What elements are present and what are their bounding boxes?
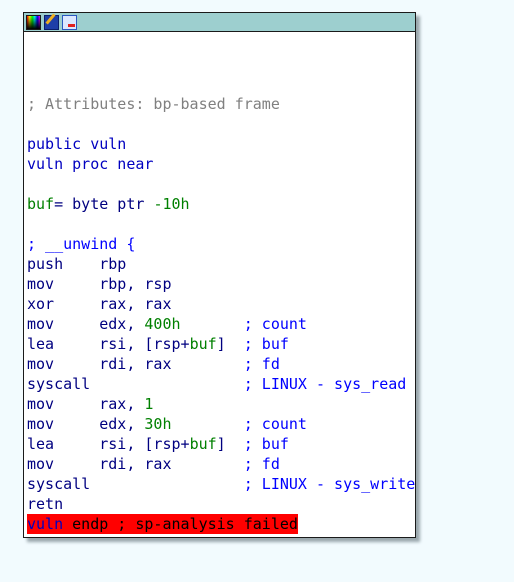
code-line[interactable]: mov rdi, rax ; fd: [27, 354, 415, 374]
code-line[interactable]: xor rax, rax: [27, 294, 415, 314]
edit-node-icon[interactable]: [44, 14, 59, 30]
code-line[interactable]: [27, 174, 415, 194]
code-line[interactable]: [27, 74, 415, 94]
code-token-ins: lea rsi, [rsp+: [27, 335, 190, 353]
code-line[interactable]: retn: [27, 494, 415, 514]
code-token-ins: mov rbp, rsp: [27, 275, 172, 293]
code-token-cmt: ; buf: [225, 435, 289, 453]
node-title-bar[interactable]: [24, 13, 415, 32]
code-token-blk: endp ; sp-analysis failed: [63, 515, 298, 533]
code-token-num: 1: [144, 395, 154, 413]
code-line[interactable]: syscall ; LINUX - sys_write: [27, 474, 415, 494]
code-token-cmt: ; LINUX - sys_read: [90, 375, 407, 393]
code-token-ins: mov rax,: [27, 395, 145, 413]
code-token-ins: lea rsi, [rsp+: [27, 435, 190, 453]
graph-overview-icon[interactable]: [62, 14, 77, 30]
code-line[interactable]: mov rax, 1: [27, 394, 415, 414]
code-line[interactable]: lea rsi, [rsp+buf] ; buf: [27, 334, 415, 354]
code-token-gray: ; Attributes: bp-based frame: [27, 95, 280, 113]
code-token-cmt: ; count: [171, 415, 307, 433]
color-palette-icon[interactable]: [26, 14, 41, 30]
graph-node-vuln[interactable]: ; Attributes: bp-based frame public vuln v…: [23, 12, 416, 538]
code-line[interactable]: syscall ; LINUX - sys_read: [27, 374, 415, 394]
code-line[interactable]: vuln endp ; sp-analysis failed: [27, 514, 415, 534]
code-line[interactable]: lea rsi, [rsp+buf] ; buf: [27, 434, 415, 454]
code-line[interactable]: push rbp: [27, 254, 415, 274]
code-token-ins: mov edx,: [27, 315, 145, 333]
code-token-cmt: ; fd: [171, 455, 280, 473]
code-token-cmt: ; __unwind {: [27, 235, 136, 253]
code-line[interactable]: mov edx, 30h ; count: [27, 414, 415, 434]
highlighted-error-line: vuln endp ; sp-analysis failed: [27, 514, 298, 534]
code-token-num: buf: [189, 335, 217, 353]
code-line[interactable]: [27, 214, 415, 234]
code-token-ins: mov edx,: [27, 415, 145, 433]
code-token-ins: mov rdi, rax: [27, 355, 172, 373]
code-line[interactable]: ; Attributes: bp-based frame: [27, 94, 415, 114]
code-token-num: buf: [189, 435, 217, 453]
code-token-num: buf: [27, 195, 55, 213]
code-token-kw: public vuln: [27, 135, 127, 153]
code-line[interactable]: ; __unwind {: [27, 234, 415, 254]
code-token-kw: vuln: [27, 515, 64, 533]
code-token-num: -10h: [153, 195, 190, 213]
code-line[interactable]: mov rbp, rsp: [27, 274, 415, 294]
code-token-cmt: ; LINUX - sys_write: [90, 475, 416, 493]
code-token-ins: push rbp: [27, 255, 127, 273]
code-line[interactable]: vuln proc near: [27, 154, 415, 174]
code-line[interactable]: public vuln: [27, 134, 415, 154]
code-token-num: 30h: [144, 415, 172, 433]
code-token-kw: vuln proc near: [27, 155, 154, 173]
code-token-cmt: ; fd: [171, 355, 280, 373]
code-token-ins: xor rax, rax: [27, 295, 172, 313]
code-token-cmt: ; count: [180, 315, 307, 333]
disassembly-listing[interactable]: ; Attributes: bp-based frame public vuln v…: [27, 74, 415, 534]
code-token-ins: = byte ptr: [54, 195, 154, 213]
code-line[interactable]: [27, 114, 415, 134]
code-token-ins: syscall: [27, 375, 91, 393]
code-token-ins: syscall: [27, 475, 91, 493]
code-token-ins: mov rdi, rax: [27, 455, 172, 473]
code-token-ins: ]: [216, 335, 226, 353]
code-token-num: 400h: [144, 315, 181, 333]
code-line[interactable]: mov rdi, rax ; fd: [27, 454, 415, 474]
code-token-cmt: ; buf: [225, 335, 289, 353]
code-line[interactable]: buf= byte ptr -10h: [27, 194, 415, 214]
code-line[interactable]: mov edx, 400h ; count: [27, 314, 415, 334]
code-token-ins: retn: [27, 495, 64, 513]
code-token-ins: ]: [216, 435, 226, 453]
